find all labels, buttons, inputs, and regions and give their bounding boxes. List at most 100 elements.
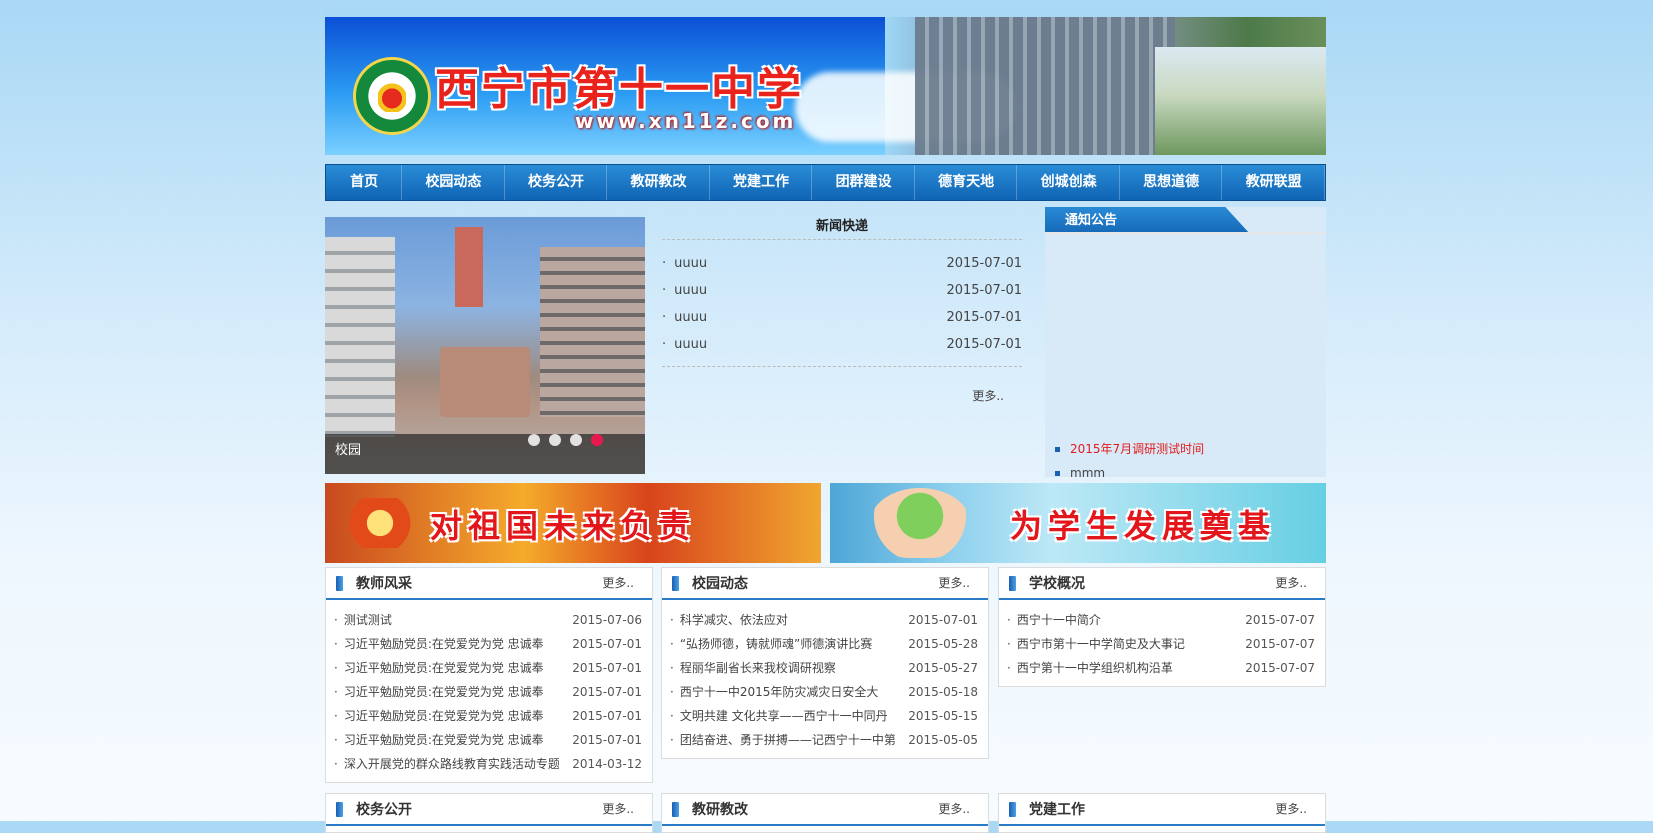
list-item-title[interactable]: 深入开展党的群众路线教育实践活动专题 <box>334 752 559 776</box>
news-item[interactable]: uuuu 2015-07-01 <box>662 277 1022 304</box>
list-item-title[interactable]: 习近平勉励党员:在党爱党为党 忠诚奉 <box>334 632 544 656</box>
box-more-link[interactable]: 更多.. <box>938 568 970 598</box>
list-item[interactable]: 西宁市第十一中学简史及大事记 2015-07-07 <box>1007 632 1315 656</box>
box-more-link[interactable]: 更多.. <box>938 794 970 824</box>
list-item-title[interactable]: 西宁十一中简介 <box>1007 608 1101 632</box>
slider-dot-4[interactable] <box>591 434 603 446</box>
box-teaching-research: 教研教改 更多.. <box>661 793 989 833</box>
box-more-link[interactable]: 更多.. <box>602 568 634 598</box>
news-item-title[interactable]: uuuu <box>662 250 707 277</box>
promo-left-slogan: 对祖国未来负责 <box>430 507 697 545</box>
list-item-date: 2015-07-07 <box>1245 613 1315 627</box>
box-more-link[interactable]: 更多.. <box>1275 568 1307 598</box>
list-item-title[interactable]: 西宁市第十一中学简史及大事记 <box>1007 632 1185 656</box>
box-header: 校务公开 更多.. <box>326 794 652 826</box>
list-item-title[interactable]: 团结奋进、勇于拼搏——记西宁十一中第 <box>670 728 895 752</box>
box-title: 教研教改 <box>692 802 748 818</box>
box-list: 科学减灾、依法应对 2015-07-01 “弘扬师德，铸就师魂”师德演讲比赛 201… <box>662 608 988 752</box>
list-item-title[interactable]: 习近平勉励党员:在党爱党为党 忠诚奉 <box>334 656 544 680</box>
school-name: 西宁市第十一中学 <box>435 64 803 115</box>
list-item-title[interactable]: 习近平勉励党员:在党爱党为党 忠诚奉 <box>334 704 544 728</box>
list-item-date: 2015-07-01 <box>908 613 978 627</box>
promo-banner-right[interactable]: 为学生发展奠基 <box>830 483 1326 563</box>
list-item-title[interactable]: 习近平勉励党员:在党爱党为党 忠诚奉 <box>334 680 544 704</box>
school-url: www.xn11z.com <box>575 109 797 133</box>
list-item[interactable]: 习近平勉励党员:在党爱党为党 忠诚奉 2015-07-01 <box>334 656 642 680</box>
box-title: 学校概况 <box>1029 576 1085 592</box>
image-slider[interactable]: 校园 <box>325 217 645 474</box>
list-item-date: 2015-07-01 <box>572 709 642 723</box>
nav-research-alliance[interactable]: 教研联盟 <box>1222 165 1325 200</box>
news-item-title[interactable]: uuuu <box>662 277 707 304</box>
list-item[interactable]: 西宁十一中2015年防灾减灾日安全大 2015-05-18 <box>670 680 978 704</box>
notice-title: 通知公告 <box>1045 207 1250 234</box>
list-item[interactable]: 程丽华副省长来我校调研视察 2015-05-27 <box>670 656 978 680</box>
box-more-link[interactable]: 更多.. <box>602 794 634 824</box>
nav-home[interactable]: 首页 <box>326 165 403 200</box>
list-item-title[interactable]: 习近平勉励党员:在党爱党为党 忠诚奉 <box>334 728 544 752</box>
box-title: 教师风采 <box>356 576 412 592</box>
slider-dot-1[interactable] <box>528 434 540 446</box>
box-header: 教师风采 更多.. <box>326 568 652 600</box>
main-nav: 首页 校园动态 校务公开 教研教改 党建工作 团群建设 德育天地 创城创森 思想… <box>325 164 1326 201</box>
nav-party-building[interactable]: 党建工作 <box>709 165 813 200</box>
nav-civilized-city[interactable]: 创城创森 <box>1017 165 1120 200</box>
box-school-affairs: 校务公开 更多.. <box>325 793 653 833</box>
news-item-title[interactable]: uuuu <box>662 304 707 331</box>
news-item-date: 2015-07-01 <box>946 310 1022 325</box>
slider-dots <box>528 434 603 446</box>
notice-item[interactable]: 2015年7月调研测试时间 <box>1055 437 1204 461</box>
slider-dot-3[interactable] <box>570 434 582 446</box>
list-item-title[interactable]: “弘扬师德，铸就师魂”师德演讲比赛 <box>670 632 872 656</box>
list-item-title[interactable]: 测试测试 <box>334 608 392 632</box>
list-item-date: 2014-03-12 <box>572 757 642 771</box>
nav-school-affairs[interactable]: 校务公开 <box>504 165 608 200</box>
news-item[interactable]: uuuu 2015-07-01 <box>662 304 1022 331</box>
list-item-title[interactable]: 西宁十一中2015年防灾减灾日安全大 <box>670 680 879 704</box>
bookmark-icon <box>672 576 679 591</box>
box-more-link[interactable]: 更多.. <box>1275 794 1307 824</box>
nav-teaching-research[interactable]: 教研教改 <box>607 165 710 200</box>
promo-banner-left[interactable]: 对祖国未来负责 <box>325 483 821 563</box>
news-more-link[interactable]: 更多.. <box>972 387 1004 404</box>
box-campus-news: 校园动态 更多.. 科学减灾、依法应对 2015-07-01 “弘扬师德，铸就师魂… <box>661 567 989 759</box>
news-divider <box>662 366 1022 367</box>
list-item[interactable]: 习近平勉励党员:在党爱党为党 忠诚奉 2015-07-01 <box>334 704 642 728</box>
slider-statue <box>440 347 530 417</box>
list-item-title[interactable]: 西宁第十一中学组织机构沿革 <box>1007 656 1173 680</box>
slider-dot-2[interactable] <box>549 434 561 446</box>
box-teacher-style: 教师风采 更多.. 测试测试 2015-07-06 习近平勉励党员:在党爱党为党 … <box>325 567 653 783</box>
news-list: uuuu 2015-07-01 uuuu 2015-07-01 uuuu 2015-0… <box>662 250 1022 358</box>
list-item[interactable]: 习近平勉励党员:在党爱党为党 忠诚奉 2015-07-01 <box>334 632 642 656</box>
list-item[interactable]: 深入开展党的群众路线教育实践活动专题 2014-03-12 <box>334 752 642 776</box>
notice-item[interactable]: mmm <box>1055 461 1204 485</box>
box-list: 西宁十一中简介 2015-07-07 西宁市第十一中学简史及大事记 2015-07-… <box>999 608 1325 680</box>
banner-trees-image <box>1155 47 1326 155</box>
nav-ideology[interactable]: 思想道德 <box>1119 165 1223 200</box>
nav-campus-news[interactable]: 校园动态 <box>402 165 505 200</box>
list-item[interactable]: 习近平勉励党员:在党爱党为党 忠诚奉 2015-07-01 <box>334 680 642 704</box>
list-item-title[interactable]: 程丽华副省长来我校调研视察 <box>670 656 836 680</box>
list-item[interactable]: 习近平勉励党员:在党爱党为党 忠诚奉 2015-07-01 <box>334 728 642 752</box>
list-item[interactable]: 科学减灾、依法应对 2015-07-01 <box>670 608 978 632</box>
list-item-date: 2015-05-28 <box>908 637 978 651</box>
nav-moral-education[interactable]: 德育天地 <box>914 165 1018 200</box>
slider-tower <box>455 227 483 307</box>
list-item-date: 2015-07-01 <box>572 661 642 675</box>
list-item[interactable]: 文明共建 文化共享——西宁十一中同丹 2015-05-15 <box>670 704 978 728</box>
list-item[interactable]: “弘扬师德，铸就师魂”师德演讲比赛 2015-05-28 <box>670 632 978 656</box>
list-item[interactable]: 西宁十一中简介 2015-07-07 <box>1007 608 1315 632</box>
news-item[interactable]: uuuu 2015-07-01 <box>662 331 1022 358</box>
list-item-title[interactable]: 文明共建 文化共享——西宁十一中同丹 <box>670 704 888 728</box>
nav-youth-league[interactable]: 团群建设 <box>812 165 915 200</box>
list-item-title[interactable]: 科学减灾、依法应对 <box>670 608 788 632</box>
box-header: 学校概况 更多.. <box>999 568 1325 600</box>
box-school-overview: 学校概况 更多.. 西宁十一中简介 2015-07-07 西宁市第十一中学简史及大… <box>998 567 1326 687</box>
list-item[interactable]: 测试测试 2015-07-06 <box>334 608 642 632</box>
box-header: 教研教改 更多.. <box>662 794 988 826</box>
list-item[interactable]: 团结奋进、勇于拼搏——记西宁十一中第 2015-05-05 <box>670 728 978 752</box>
news-item-title[interactable]: uuuu <box>662 331 707 358</box>
header-banner: 西宁市第十一中学 www.xn11z.com <box>325 5 1326 155</box>
news-item[interactable]: uuuu 2015-07-01 <box>662 250 1022 277</box>
list-item[interactable]: 西宁第十一中学组织机构沿革 2015-07-07 <box>1007 656 1315 680</box>
